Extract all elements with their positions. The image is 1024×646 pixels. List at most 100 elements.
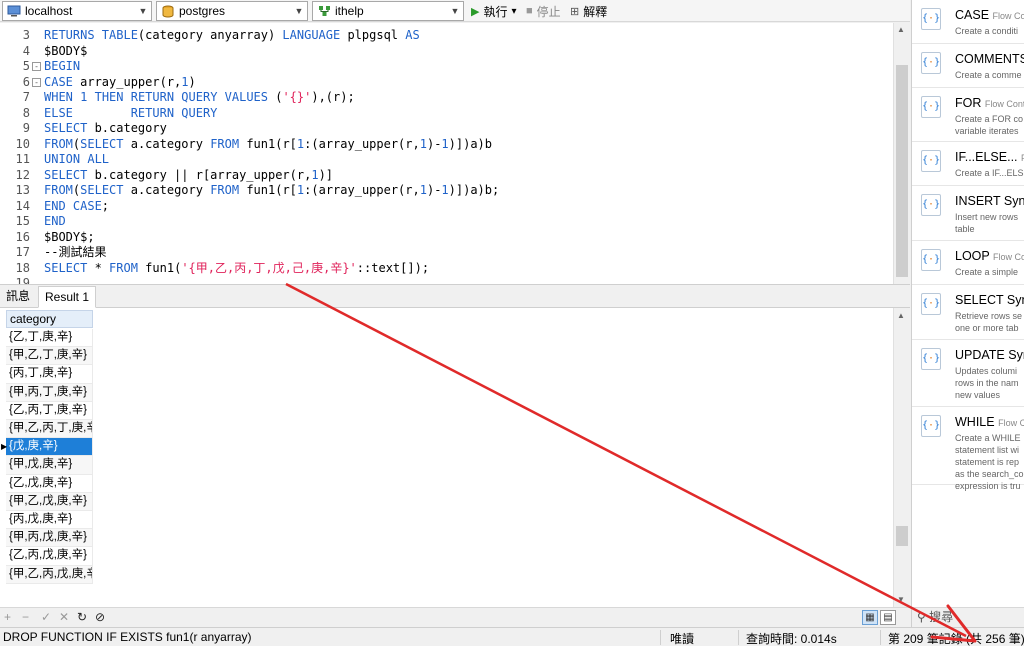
chevron-down-icon[interactable]: ▼ (447, 2, 463, 20)
form-view-button[interactable]: ▤ (880, 610, 896, 625)
line-number: 3 (22, 28, 30, 42)
table-row[interactable]: {乙,丙,丁,庚,辛} (6, 401, 93, 420)
code-text: RETURNS TABLE(category anyarray) LANGUAG… (44, 28, 420, 42)
code-line[interactable]: 5- BEGIN (0, 59, 893, 75)
editor-scroll-thumb[interactable] (896, 65, 908, 277)
explain-button[interactable]: ⊞ 解釋 (570, 2, 607, 20)
code-snippet-icon: {·} (921, 96, 941, 118)
snippet-title-text: UPDATE Syn (955, 348, 1024, 362)
scroll-up-icon[interactable]: ▲ (897, 311, 905, 320)
table-row[interactable]: {甲,乙,戊,庚,辛} (6, 492, 93, 511)
snippet-item[interactable]: {·} SELECT Synt Retrieve rows se one or mo… (912, 285, 1024, 340)
code-line[interactable]: 15 END (0, 214, 893, 230)
snippet-item[interactable]: {·} WHILE Flow C Create a WHILE statement … (912, 407, 1024, 491)
table-row[interactable]: {戊,庚,辛} (6, 438, 93, 457)
line-number: 6 (22, 74, 30, 89)
line-number: 16 (15, 229, 30, 244)
line-number: 7 (22, 90, 30, 104)
code-line[interactable]: 9 SELECT b.category (0, 121, 893, 137)
line-number: 5 (22, 59, 30, 73)
table-row[interactable]: {甲,乙,丙,戊,庚,辛} (6, 565, 93, 584)
code-line[interactable]: 12 SELECT b.category || r[array_upper(r,1… (0, 168, 893, 184)
snippet-title-text: COMMENTS (955, 52, 1024, 66)
code-line[interactable]: 14 END CASE; (0, 199, 893, 215)
sql-editor[interactable]: 3 RETURNS TABLE(category anyarray) LANGUA… (0, 23, 910, 285)
code-snippet-icon: {·} (921, 8, 941, 30)
table-row[interactable]: {乙,戊,庚,辛} (6, 474, 93, 493)
grid-scrollbar[interactable]: ▲ ▼ (893, 308, 910, 607)
code-line[interactable]: 16 $BODY$; (0, 230, 893, 246)
snippet-item[interactable]: {·} CASE Flow Cor Create a conditi (912, 0, 1024, 44)
snippet-item[interactable]: {·} FOR Flow Cont Create a FOR co variable… (912, 88, 1024, 142)
code-line[interactable]: 18 SELECT * FROM fun1('{甲,乙,丙,丁,戊,己,庚,辛}'… (0, 261, 893, 277)
table-row[interactable]: {丙,丁,庚,辛} (6, 365, 93, 384)
table-row[interactable]: {丙,戊,庚,辛} (6, 511, 93, 530)
code-line[interactable]: 19 (0, 276, 893, 284)
snippet-item[interactable]: {·} LOOP Flow Co Create a simple (912, 241, 1024, 285)
code-line[interactable]: 8 ELSE RETURN QUERY (0, 106, 893, 122)
navicat-window: localhost ▼ postgres ▼ ithelp ▼ ▶ 執行 ▾ ■… (0, 0, 1024, 646)
fold-toggle-icon[interactable]: - (32, 62, 41, 71)
tab-result-1[interactable]: Result 1 (38, 286, 97, 308)
snippet-item[interactable]: {·} UPDATE Syn Updates columi rows in the … (912, 340, 1024, 407)
database-select[interactable]: postgres ▼ (156, 1, 308, 21)
result-grid[interactable]: category {乙,丁,庚,辛} {甲,乙,丁,庚,辛} {丙,丁,庚,辛} {甲… (0, 308, 910, 607)
code-line[interactable]: 3 RETURNS TABLE(category anyarray) LANGUA… (0, 28, 893, 44)
chevron-down-icon[interactable]: ▼ (291, 2, 307, 20)
code-line[interactable]: 10 FROM(SELECT a.category FROM fun1(r[1:(… (0, 137, 893, 153)
connection-select[interactable]: localhost ▼ (2, 1, 152, 21)
discard-changes-button[interactable]: ✕ (59, 610, 69, 624)
code-text: FROM(SELECT a.category FROM fun1(r[1:(ar… (44, 136, 493, 151)
stop-button[interactable]: ■ 停止 (526, 2, 561, 20)
snippet-title: LOOP Flow Co (955, 249, 1024, 263)
run-dropdown-icon[interactable]: ▾ (511, 6, 516, 17)
snippet-item[interactable]: {·} COMMENTS Create a comme (912, 44, 1024, 88)
table-row[interactable]: {甲,乙,丙,丁,庚,辛} (6, 420, 93, 439)
schema-select[interactable]: ithelp ▼ (312, 1, 464, 21)
code-line[interactable]: 7 WHEN 1 THEN RETURN QUERY VALUES ('{}'),… (0, 90, 893, 106)
code-line[interactable]: 11 UNION ALL (0, 152, 893, 168)
snippet-item[interactable]: {·} IF...ELSE... Flo Create a IF...ELS (912, 142, 1024, 186)
column-header-category[interactable]: category (6, 310, 93, 328)
line-number: 17 (15, 245, 30, 259)
connection-value: localhost (25, 4, 73, 18)
explain-label: 解釋 (583, 4, 608, 19)
chevron-down-icon[interactable]: ▼ (135, 2, 151, 20)
code-line[interactable]: 4 $BODY$ (0, 44, 893, 60)
editor-scrollbar[interactable]: ▲ (893, 23, 910, 284)
snippet-item[interactable]: {·} INSERT Synt Insert new rows table (912, 186, 1024, 241)
apply-changes-button[interactable]: ✓ (41, 610, 51, 624)
delete-record-button[interactable]: − (22, 610, 29, 624)
code-line[interactable]: 13 FROM(SELECT a.category FROM fun1(r[1:(… (0, 183, 893, 199)
refresh-button[interactable]: ↻ (77, 610, 87, 624)
search-input[interactable]: 搜尋 (929, 610, 953, 624)
grid-view-button[interactable]: ▦ (862, 610, 878, 625)
code-line[interactable]: 17 --測試結果 (0, 245, 893, 261)
line-number: 15 (15, 214, 30, 228)
run-button[interactable]: ▶ 執行 ▾ (471, 2, 517, 20)
fold-toggle-icon[interactable]: - (32, 77, 41, 87)
status-divider (660, 630, 661, 645)
run-label: 執行 (483, 4, 508, 19)
snippet-description: Create a comme (955, 70, 1022, 80)
code-line[interactable]: 6- CASE array_upper(r,1) (0, 75, 893, 91)
scroll-down-icon[interactable]: ▼ (897, 595, 905, 604)
table-row[interactable]: {乙,丙,戊,庚,辛} (6, 547, 93, 566)
table-row[interactable]: {甲,戊,庚,辛} (6, 456, 93, 475)
grid-scroll-thumb[interactable] (896, 526, 908, 546)
line-number: 13 (15, 183, 30, 197)
scroll-up-icon[interactable]: ▲ (897, 25, 905, 34)
stop-query-button[interactable]: ⊘ (95, 610, 105, 624)
table-row[interactable]: {甲,乙,丁,庚,辛} (6, 347, 93, 366)
status-record-count: 第 209 筆記錄 (共 256 筆) (888, 632, 1024, 646)
code-text: WHEN 1 THEN RETURN QUERY VALUES ('{}'),(… (44, 90, 355, 104)
tab-messages[interactable]: 訊息 (0, 286, 36, 308)
add-record-button[interactable]: + (4, 610, 11, 624)
table-row[interactable]: {甲,丙,戊,庚,辛} (6, 529, 93, 548)
search-icon: ⚲ (917, 610, 926, 624)
table-row[interactable]: {甲,丙,丁,庚,辛} (6, 383, 93, 402)
code-text: SELECT * FROM fun1('{甲,乙,丙,丁,戊,己,庚,辛}'::… (44, 260, 430, 275)
snippet-search[interactable]: ⚲ 搜尋 (912, 607, 1024, 627)
snippet-tag: Flow Cont (984, 99, 1024, 109)
table-row[interactable]: {乙,丁,庚,辛} (6, 329, 93, 348)
